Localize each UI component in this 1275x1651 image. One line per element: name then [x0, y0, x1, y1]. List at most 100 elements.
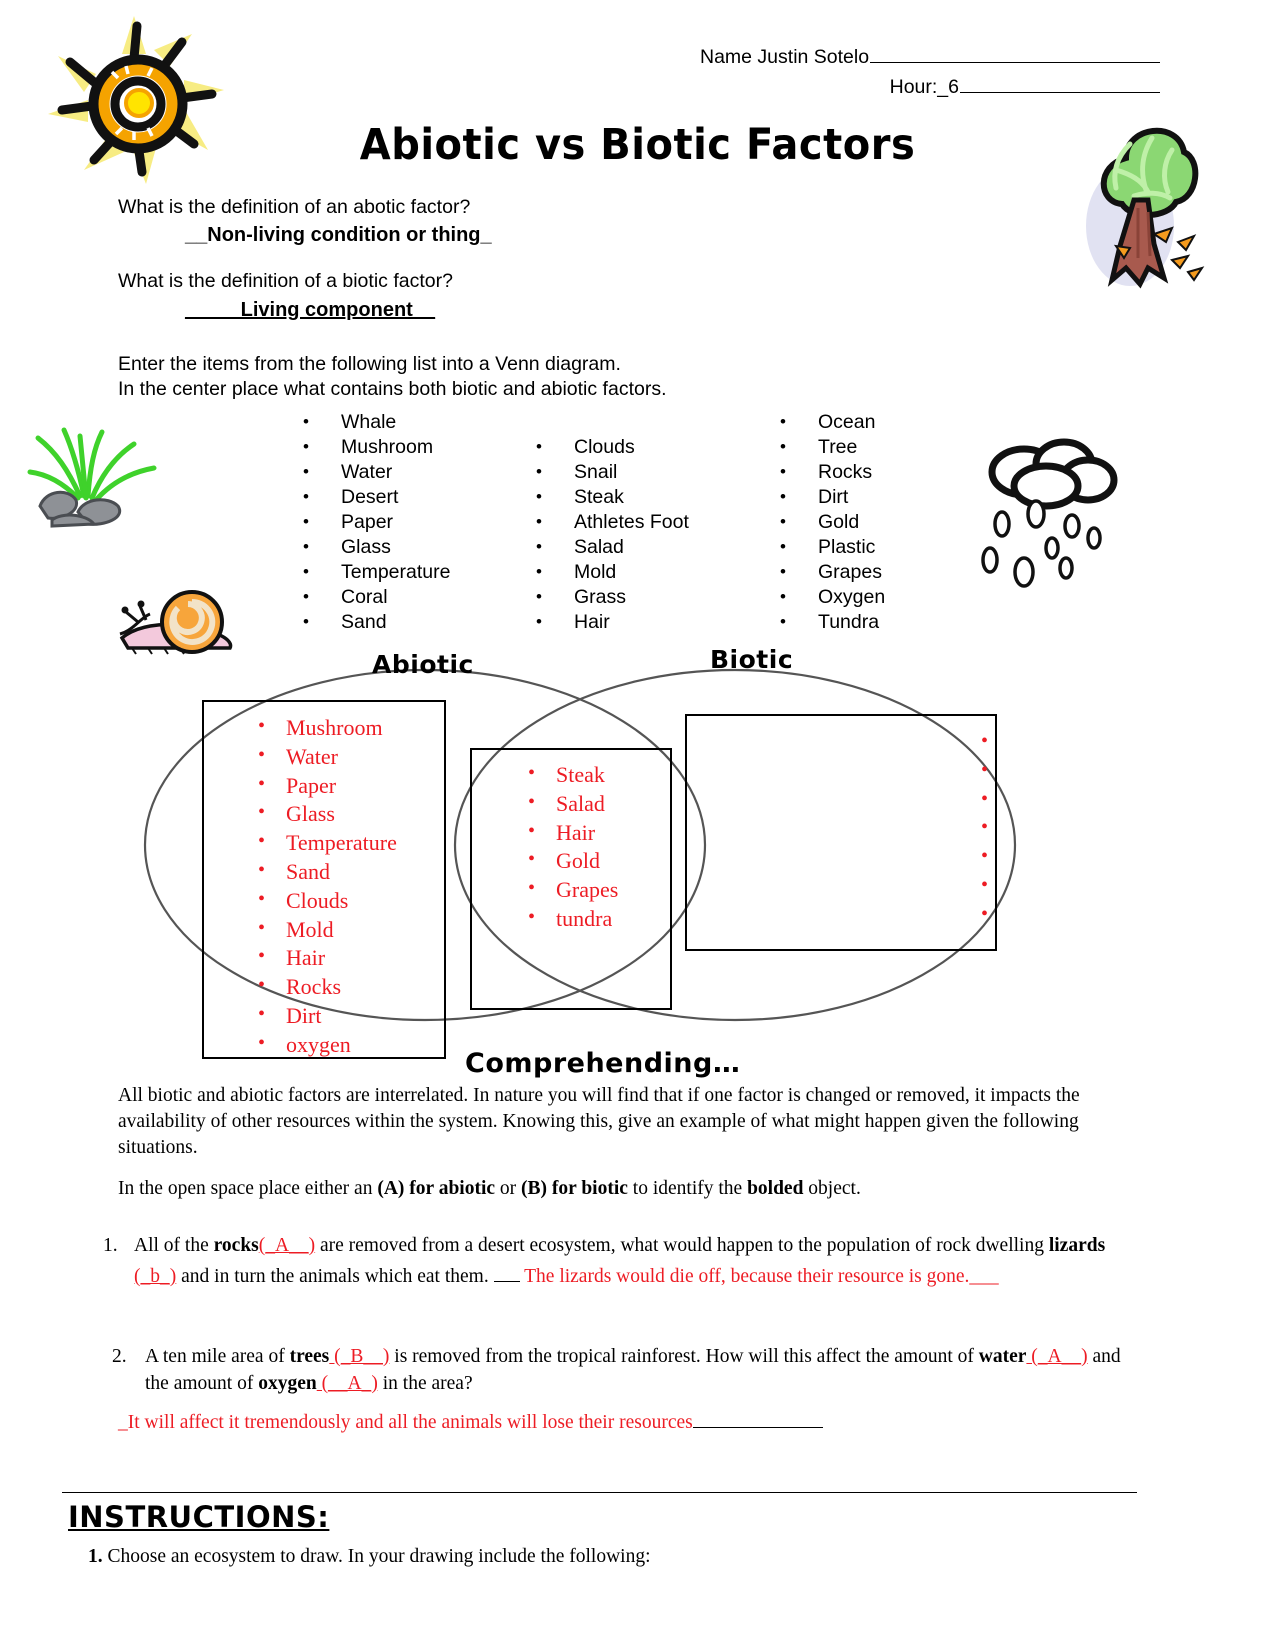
list-item: Snail: [528, 459, 689, 485]
venn-answer-box-both[interactable]: Steak Salad Hair Gold Grapes tundra: [470, 748, 672, 1010]
comprehending-heading: Comprehending…: [465, 1048, 741, 1079]
list-item: Whale: [295, 409, 450, 435]
list-item: Water: [244, 741, 444, 772]
identify-bolded-word: bolded: [747, 1178, 804, 1199]
list-item: Whale: [967, 727, 995, 758]
hour-row: Hour:_6: [700, 72, 1160, 102]
grass-rocks-icon: [27, 427, 157, 528]
list-item: Salad: [528, 534, 689, 560]
identify-instruction: In the open space place either an (A) fo…: [118, 1178, 1128, 1200]
list-item: Coral: [967, 756, 995, 787]
list-item: Sand: [295, 609, 450, 635]
question-1-number: 1.: [103, 1235, 118, 1256]
q1-text-2: are removed from a desert ecosystem, wha…: [315, 1235, 1049, 1256]
list-item: Mushroom: [295, 434, 450, 460]
list-item: Hair: [514, 817, 670, 848]
identify-mid: or: [495, 1178, 522, 1199]
hour-label: Hour:_6: [889, 76, 959, 98]
list-item: Mold: [528, 559, 689, 585]
q1-student-answer[interactable]: The lizards would die off, because their…: [524, 1266, 999, 1287]
list-item: Gold: [514, 845, 670, 876]
biotic-definition-answer[interactable]: _____Living component__: [185, 299, 435, 322]
list-item: Clouds: [528, 434, 689, 460]
list-item: Glass: [295, 534, 450, 560]
list-item: Water: [295, 459, 450, 485]
list-item: Gold: [772, 509, 885, 535]
venn-instructions: Enter the items from the following list …: [118, 352, 667, 402]
list-item: Grapes: [772, 559, 885, 585]
q1-answer-rocks[interactable]: (_A__): [259, 1235, 315, 1256]
instructions-heading: INSTRUCTIONS:: [68, 1500, 330, 1534]
page-title: Abiotic vs Biotic Factors: [359, 120, 916, 170]
name-blank[interactable]: [870, 47, 1160, 63]
step-1-text: Choose an ecosystem to draw. In your dra…: [107, 1546, 651, 1567]
list-item: Rocks: [244, 971, 444, 1002]
identify-biotic-code: (B) for biotic: [521, 1178, 628, 1199]
list-item: Coral: [295, 584, 450, 610]
student-header: Name Justin Sotelo Hour:_6: [700, 42, 1160, 102]
list-item: Ocean: [772, 409, 885, 435]
list-item: Salad: [514, 788, 670, 819]
list-item: oxygen: [244, 1029, 444, 1057]
venn-answer-box-abiotic[interactable]: Mushroom Water Paper Glass Temperature S…: [202, 700, 446, 1059]
list-item: Grass: [967, 842, 995, 873]
q2-answer-water[interactable]: (_A__): [1026, 1346, 1087, 1367]
q2-student-answer[interactable]: _It will affect it tremendously and all …: [118, 1412, 693, 1433]
q2-bold-water: water: [978, 1346, 1027, 1367]
identify-post: to identify the: [627, 1178, 748, 1199]
list-item: Steak: [528, 484, 689, 510]
list-item: Snail: [967, 785, 995, 816]
list-item: Plastic: [772, 534, 885, 560]
list-item: Paper: [295, 509, 450, 535]
q2-answer-trees[interactable]: (_B__): [329, 1346, 389, 1367]
hour-blank[interactable]: [960, 77, 1160, 93]
biotic-definition-question: What is the definition of a biotic facto…: [118, 270, 453, 292]
instructions-step-1: 1. Choose an ecosystem to draw. In your …: [88, 1546, 651, 1568]
list-item: Tree: [772, 434, 885, 460]
venn-instructions-line1: Enter the items from the following list …: [118, 353, 621, 375]
q2-text-2: is removed from the tropical rainforest.…: [389, 1346, 979, 1367]
question-2-body: A ten mile area of trees (_B__) is remov…: [145, 1343, 1142, 1397]
list-item: Tree: [967, 900, 995, 931]
venn-label-biotic: Biotic: [710, 645, 794, 674]
list-item: Athletes foot: [967, 813, 995, 844]
q2-answer-oxygen[interactable]: (__A_): [317, 1373, 378, 1394]
identify-pre: In the open space place either an: [118, 1178, 378, 1199]
q1-bold-lizards: lizards: [1048, 1235, 1106, 1256]
abiotic-definition-answer[interactable]: __Non-living condition or thing_: [185, 224, 492, 247]
q1-answer-rule[interactable]: [493, 1266, 520, 1282]
q1-text-1: All of the: [134, 1235, 214, 1256]
name-label: Name Justin Sotelo: [700, 46, 870, 68]
list-item: Steak: [514, 759, 670, 790]
word-list-column-2: Clouds Snail Steak Athletes Foot Salad M…: [528, 434, 689, 635]
q1-answer-lizards[interactable]: (_b_): [134, 1266, 176, 1287]
list-item: tundra: [514, 903, 670, 934]
question-2-number: 2.: [112, 1346, 127, 1367]
q2-text-4: in the area?: [377, 1373, 473, 1394]
list-item: Grass: [528, 584, 689, 610]
question-2-student-answer-line: _It will affect it tremendously and all …: [118, 1412, 1128, 1434]
list-item: Temperature: [244, 827, 444, 858]
list-item: Mushroom: [244, 712, 444, 743]
step-1-number: 1.: [88, 1546, 103, 1567]
list-item: Clouds: [244, 885, 444, 916]
q2-answer-rule[interactable]: [692, 1412, 823, 1428]
list-item: Temperature: [295, 559, 450, 585]
list-item: Hair: [528, 609, 689, 635]
list-item: Rocks: [772, 459, 885, 485]
list-item: Athletes Foot: [528, 509, 689, 535]
venn-both-list: Steak Salad Hair Gold Grapes tundra: [472, 750, 670, 934]
name-row: Name Justin Sotelo: [700, 42, 1160, 72]
rain-cloud-icon: [981, 438, 1118, 588]
q1-text-3: and in turn the animals which eat them.: [176, 1266, 494, 1287]
venn-answer-box-biotic[interactable]: Whale Coral Snail Athletes foot Grass Oc…: [685, 714, 997, 951]
list-item: Tundra: [772, 609, 885, 635]
list-item: Paper: [244, 770, 444, 801]
abiotic-definition-question: What is the definition of an abotic fact…: [118, 196, 471, 218]
q2-bold-oxygen: oxygen: [258, 1373, 317, 1394]
question-2: 2. A ten mile area of trees (_B__) is re…: [112, 1343, 1142, 1397]
list-item: Sand: [244, 856, 444, 887]
venn-instructions-line2: In the center place what contains both b…: [118, 378, 667, 400]
identify-end: object.: [803, 1178, 861, 1199]
venn-label-abiotic: Abiotic: [372, 650, 474, 679]
